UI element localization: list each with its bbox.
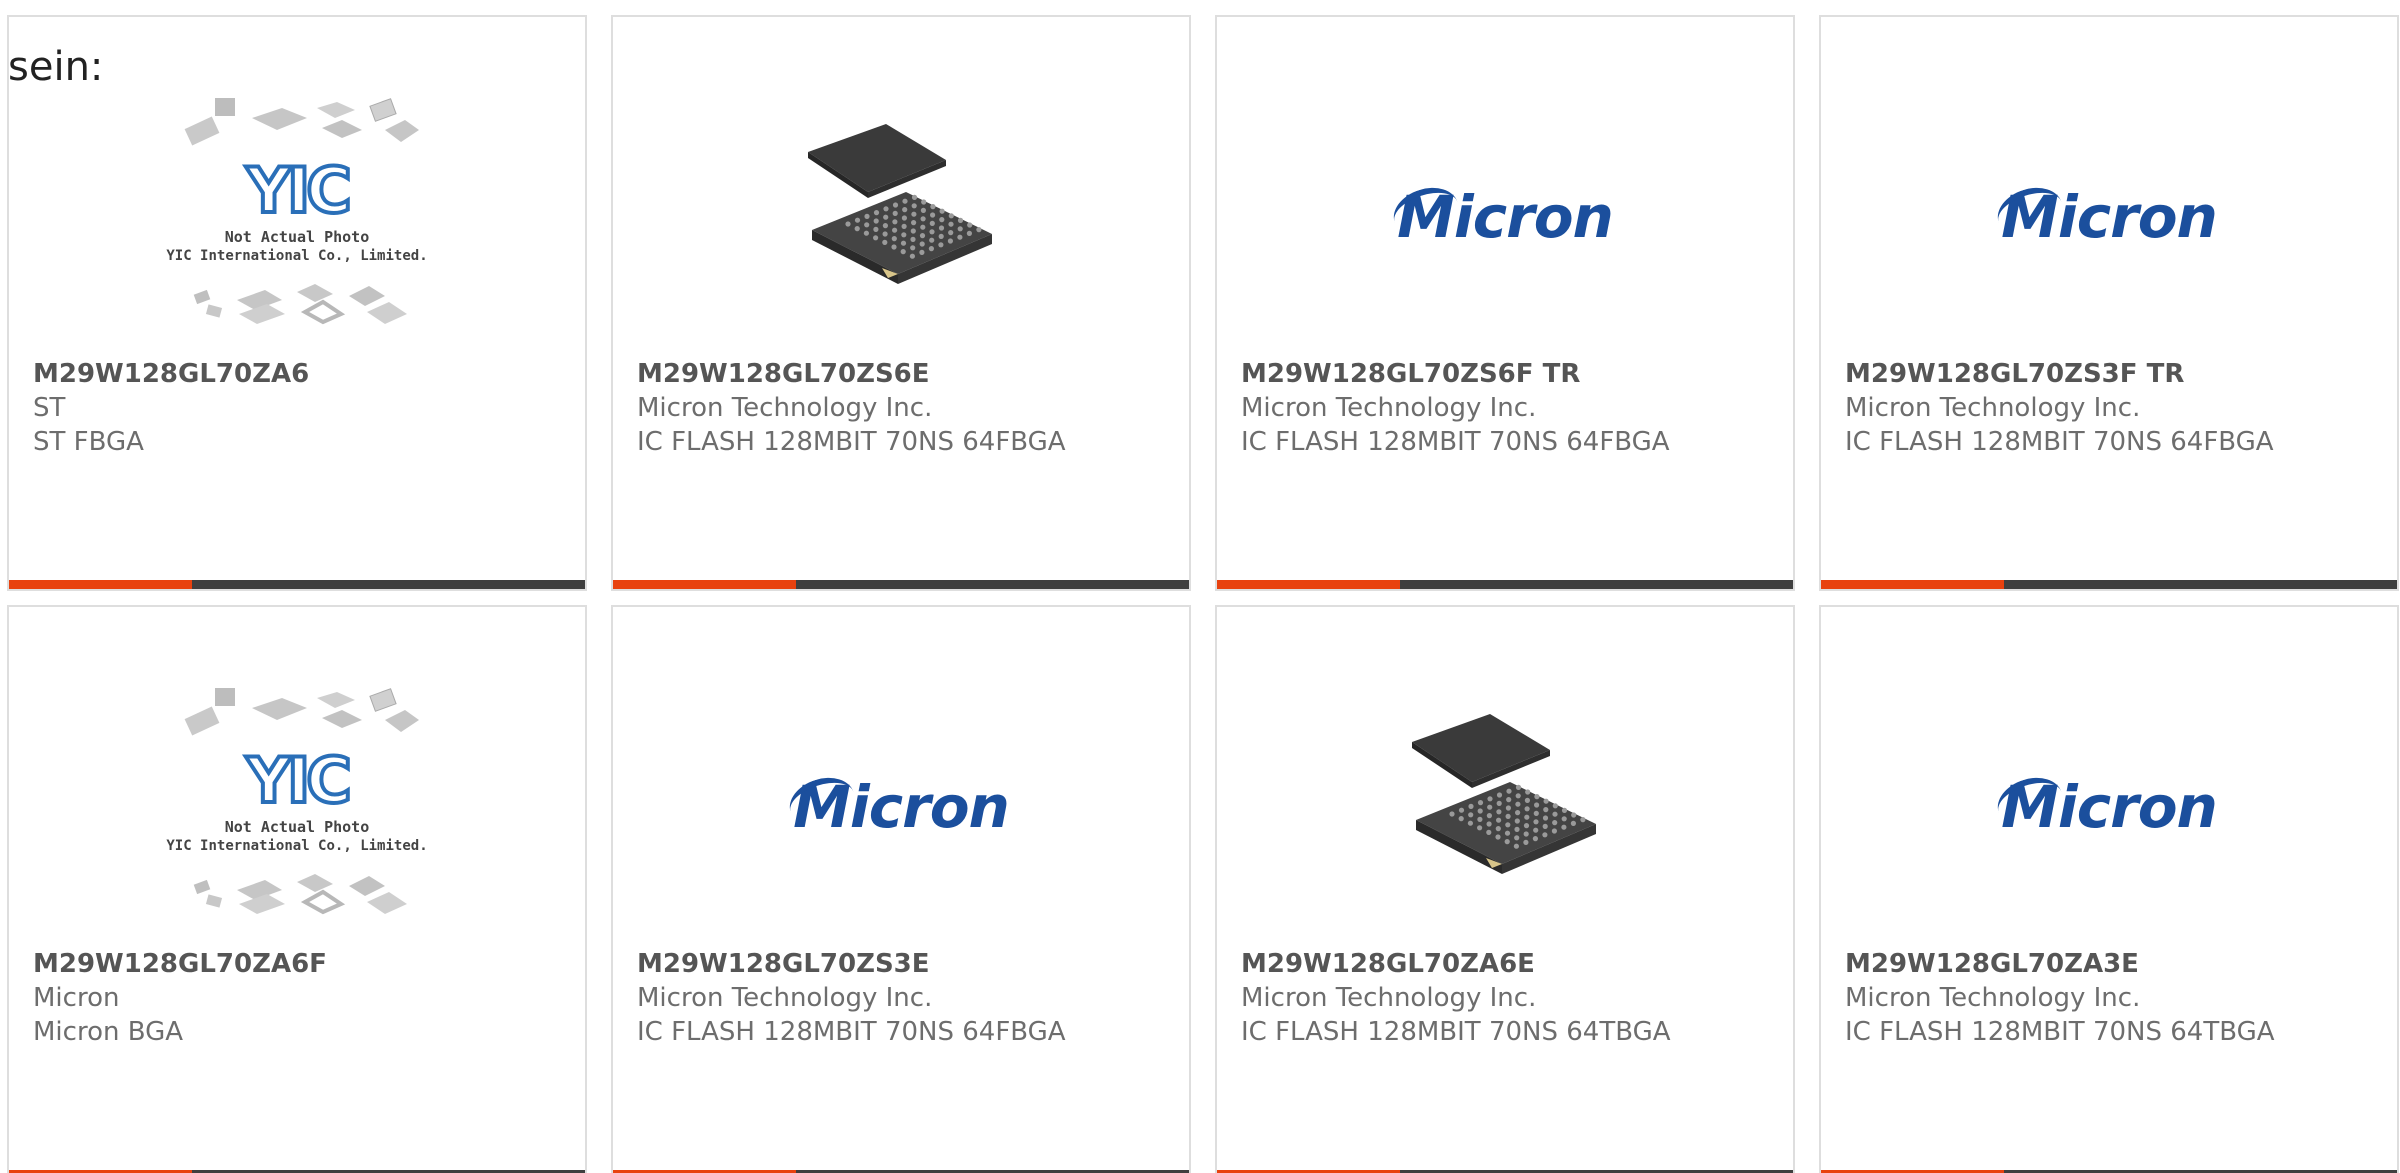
manufacturer: Micron Technology Inc. — [637, 393, 933, 423]
manufacturer: Micron Technology Inc. — [637, 983, 933, 1013]
part-number-link[interactable]: M29W128GL70ZS3F TR — [1845, 357, 2381, 391]
manufacturer: Micron Technology Inc. — [1241, 983, 1537, 1013]
card-footer-accent — [1217, 580, 1400, 589]
product-info: M29W128GL70ZA6 ST ST FBGA — [33, 357, 569, 459]
product-grid: YIC Not Actual Photo YIC International Co.… — [7, 15, 2399, 1173]
description: ST FBGA — [33, 427, 144, 457]
svg-text:YIC: YIC — [245, 154, 348, 227]
lead-text: sein: — [8, 44, 104, 90]
product-info: M29W128GL70ZS3F TR Micron Technology Inc.… — [1845, 357, 2381, 459]
description: IC FLASH 128MBIT 70NS 64FBGA — [637, 427, 1066, 457]
svg-text:YIC: YIC — [245, 744, 348, 817]
svg-text:Not Actual Photo: Not Actual Photo — [225, 818, 370, 836]
product-card[interactable]: M29W128GL70ZA6E Micron Technology Inc. IC … — [1215, 605, 1795, 1173]
product-card[interactable]: Micron M29W128GL70ZA3E Micron Technology I… — [1819, 605, 2399, 1173]
bga-chip-photo — [1400, 702, 1610, 912]
card-footer-accent — [9, 580, 192, 589]
micron-logo: Micron — [1991, 769, 2218, 841]
not-actual-photo-image: YICNot Actual Photo YIC International Co.… — [166, 688, 428, 915]
manufacturer: Micron Technology Inc. — [1845, 393, 2141, 423]
part-number-link[interactable]: M29W128GL70ZA6E — [1241, 947, 1777, 981]
product-image[interactable]: Micron — [1217, 77, 1793, 357]
product-info: M29W128GL70ZS3E Micron Technology Inc. IC … — [637, 947, 1173, 1049]
product-info: M29W128GL70ZA6E Micron Technology Inc. IC … — [1241, 947, 1777, 1049]
bga-chip-photo — [796, 112, 1006, 322]
svg-text:Not Actual Photo: Not Actual Photo — [225, 228, 370, 246]
product-info: M29W128GL70ZA3E Micron Technology Inc. IC … — [1845, 947, 2381, 1049]
description: Micron BGA — [33, 1017, 184, 1047]
product-info: M29W128GL70ZS6F TR Micron Technology Inc.… — [1241, 357, 1777, 459]
product-image[interactable]: Micron — [1821, 77, 2397, 357]
micron-logo: Micron — [1991, 179, 2218, 251]
svg-text:YIC International Co., Limited: YIC International Co., Limited. — [166, 248, 427, 264]
description: IC FLASH 128MBIT 70NS 64FBGA — [637, 1017, 1066, 1047]
description: IC FLASH 128MBIT 70NS 64FBGA — [1845, 427, 2274, 457]
card-footer-bar — [1217, 580, 1793, 589]
svg-text:YIC International Co., Limited: YIC International Co., Limited. — [166, 838, 427, 854]
product-image[interactable] — [1217, 667, 1793, 947]
product-image[interactable]: YIC Not Actual Photo YIC International Co.… — [9, 667, 585, 947]
product-image[interactable]: Micron — [1821, 667, 2397, 947]
product-card[interactable]: Micron M29W128GL70ZS6F TR Micron Technolog… — [1215, 15, 1795, 591]
part-number-link[interactable]: M29W128GL70ZS6F TR — [1241, 357, 1777, 391]
description: IC FLASH 128MBIT 70NS 64TBGA — [1845, 1017, 2275, 1047]
product-grid-page: sein: YIC Not Actual Photo YIC Internation… — [0, 0, 2400, 1173]
product-image[interactable]: YIC Not Actual Photo YIC International Co.… — [9, 77, 585, 357]
part-number-link[interactable]: M29W128GL70ZA3E — [1845, 947, 2381, 981]
product-info: M29W128GL70ZA6F Micron Micron BGA — [33, 947, 569, 1049]
card-footer-bar — [1821, 580, 2397, 589]
manufacturer: Micron — [33, 983, 120, 1013]
micron-logo: Micron — [1387, 179, 1614, 251]
product-image[interactable]: Micron — [613, 667, 1189, 947]
description: IC FLASH 128MBIT 70NS 64FBGA — [1241, 427, 1670, 457]
product-card[interactable]: Micron M29W128GL70ZS3E Micron Technology I… — [611, 605, 1191, 1173]
card-footer-bar — [613, 580, 1189, 589]
manufacturer: ST — [33, 393, 66, 423]
product-image[interactable] — [613, 77, 1189, 357]
description: IC FLASH 128MBIT 70NS 64TBGA — [1241, 1017, 1671, 1047]
not-actual-photo-image: YICNot Actual Photo YIC International Co.… — [166, 98, 428, 325]
card-footer-bar — [9, 580, 585, 589]
product-card[interactable]: YIC Not Actual Photo YIC International Co.… — [7, 15, 587, 591]
product-card[interactable]: M29W128GL70ZS6E Micron Technology Inc. IC … — [611, 15, 1191, 591]
part-number-link[interactable]: M29W128GL70ZA6 — [33, 357, 569, 391]
manufacturer: Micron Technology Inc. — [1241, 393, 1537, 423]
part-number-link[interactable]: M29W128GL70ZS3E — [637, 947, 1173, 981]
manufacturer: Micron Technology Inc. — [1845, 983, 2141, 1013]
part-number-link[interactable]: M29W128GL70ZS6E — [637, 357, 1173, 391]
product-card[interactable]: YIC Not Actual Photo YIC International Co.… — [7, 605, 587, 1173]
product-card[interactable]: Micron M29W128GL70ZS3F TR Micron Technolog… — [1819, 15, 2399, 591]
micron-logo: Micron — [783, 769, 1010, 841]
product-info: M29W128GL70ZS6E Micron Technology Inc. IC … — [637, 357, 1173, 459]
card-footer-accent — [1821, 580, 2004, 589]
card-footer-accent — [613, 580, 796, 589]
part-number-link[interactable]: M29W128GL70ZA6F — [33, 947, 569, 981]
